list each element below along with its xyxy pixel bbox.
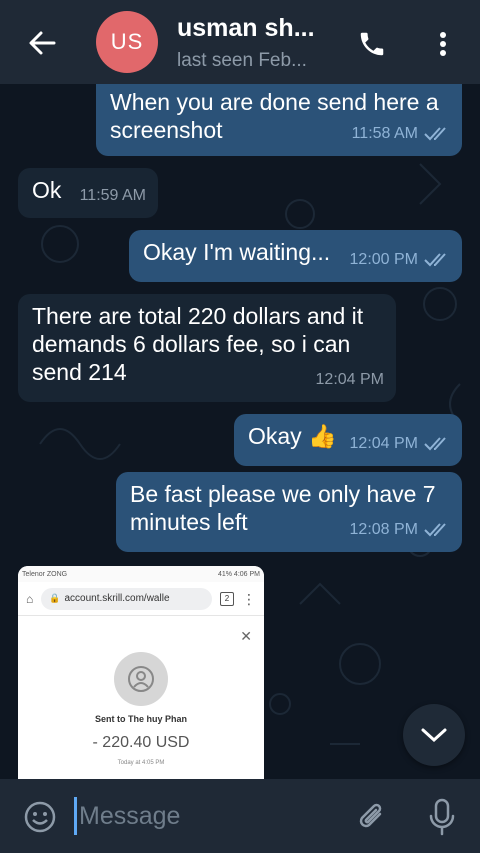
more-menu-button[interactable] (428, 24, 458, 64)
home-icon: ⌂ (26, 591, 34, 606)
more-vertical-icon (440, 32, 446, 56)
paperclip-icon (359, 803, 382, 828)
message-text: Okay (248, 423, 302, 449)
message-meta: 11:58 AM (352, 120, 450, 148)
attach-button[interactable] (354, 799, 390, 835)
microphone-icon (429, 798, 455, 836)
message-bubble-outgoing[interactable]: Okay I'm waiting... 12:00 PM (129, 230, 462, 282)
arrow-left-icon (29, 31, 56, 55)
photo-carrier: Telenor ZONG (22, 570, 68, 578)
chat-title: usman sh... (177, 14, 315, 42)
message-meta: 12:04 PM (316, 366, 384, 394)
smile-icon (24, 801, 56, 833)
double-check-icon (424, 253, 446, 267)
microphone-button[interactable] (424, 797, 460, 837)
thumbs-up-emoji: 👍 (308, 423, 337, 449)
message-bubble-incoming[interactable]: Ok 11:59 AM (18, 168, 158, 218)
message-input[interactable] (74, 797, 334, 835)
message-time: 12:04 PM (315, 371, 384, 388)
phone-icon (360, 32, 384, 56)
photo-message[interactable]: Telenor ZONG 41% 4:06 PM ⌂ 🔒 account.skr… (18, 566, 264, 779)
message-time: 11:58 AM (351, 125, 418, 142)
photo-status-bar: Telenor ZONG 41% 4:06 PM (18, 566, 264, 582)
message-time: 12:00 PM (349, 251, 418, 268)
message-time: 12:04 PM (349, 435, 418, 452)
message-text: Ok (32, 177, 62, 203)
message-text: There are total 220 dollars and it deman… (32, 303, 364, 385)
chat-area[interactable]: When you are done send here a screenshot… (0, 84, 480, 779)
message-meta: 12:00 PM (350, 246, 450, 274)
photo-url-bar: ⌂ 🔒 account.skrill.com/walle 2 ⋮ (18, 582, 264, 616)
scroll-down-button[interactable] (403, 704, 465, 766)
photo-tabs-count: 2 (220, 591, 234, 606)
photo-timestamp: Today at 4:05 PM (117, 760, 165, 766)
avatar[interactable]: US (96, 11, 158, 73)
chat-header: US usman sh... last seen Feb... (0, 0, 480, 84)
photo-url-field: 🔒 account.skrill.com/walle (41, 587, 212, 610)
photo-user-icon (114, 652, 168, 706)
message-time: 11:59 AM (79, 187, 146, 204)
photo-close-icon: ✕ (240, 628, 252, 644)
call-button[interactable] (352, 24, 392, 64)
message-bubble-outgoing[interactable]: Okay 👍 12:04 PM (234, 414, 462, 466)
photo-menu-icon: ⋮ (242, 590, 256, 607)
photo-url-text: account.skrill.com/walle (64, 593, 170, 604)
message-bubble-outgoing[interactable]: When you are done send here a screenshot… (96, 84, 462, 156)
message-bubble-outgoing[interactable]: Be fast please we only have 7 minutes le… (116, 472, 462, 552)
double-check-icon (424, 127, 446, 141)
emoji-button[interactable] (22, 799, 58, 835)
double-check-icon (424, 437, 446, 451)
lock-icon: 🔒 (49, 593, 61, 603)
last-seen-status: last seen Feb... (177, 50, 307, 71)
message-input-bar (0, 779, 480, 853)
photo-battery-time: 41% 4:06 PM (217, 570, 260, 578)
chat-title-area[interactable]: usman sh... last seen Feb... (177, 14, 337, 72)
photo-sent-to: Sent to The huy Phan (94, 714, 187, 724)
back-button[interactable] (22, 26, 62, 60)
message-text: Okay I'm waiting... (143, 239, 331, 265)
message-time: 12:08 PM (349, 521, 418, 538)
photo-amount: - 220.40 USD (92, 734, 190, 751)
message-meta: 12:04 PM (350, 430, 450, 458)
message-meta: 12:08 PM (350, 516, 450, 544)
message-bubble-incoming[interactable]: There are total 220 dollars and it deman… (18, 294, 396, 402)
message-meta: 11:59 AM (80, 182, 146, 210)
chevron-down-icon (421, 728, 447, 743)
double-check-icon (424, 523, 446, 537)
